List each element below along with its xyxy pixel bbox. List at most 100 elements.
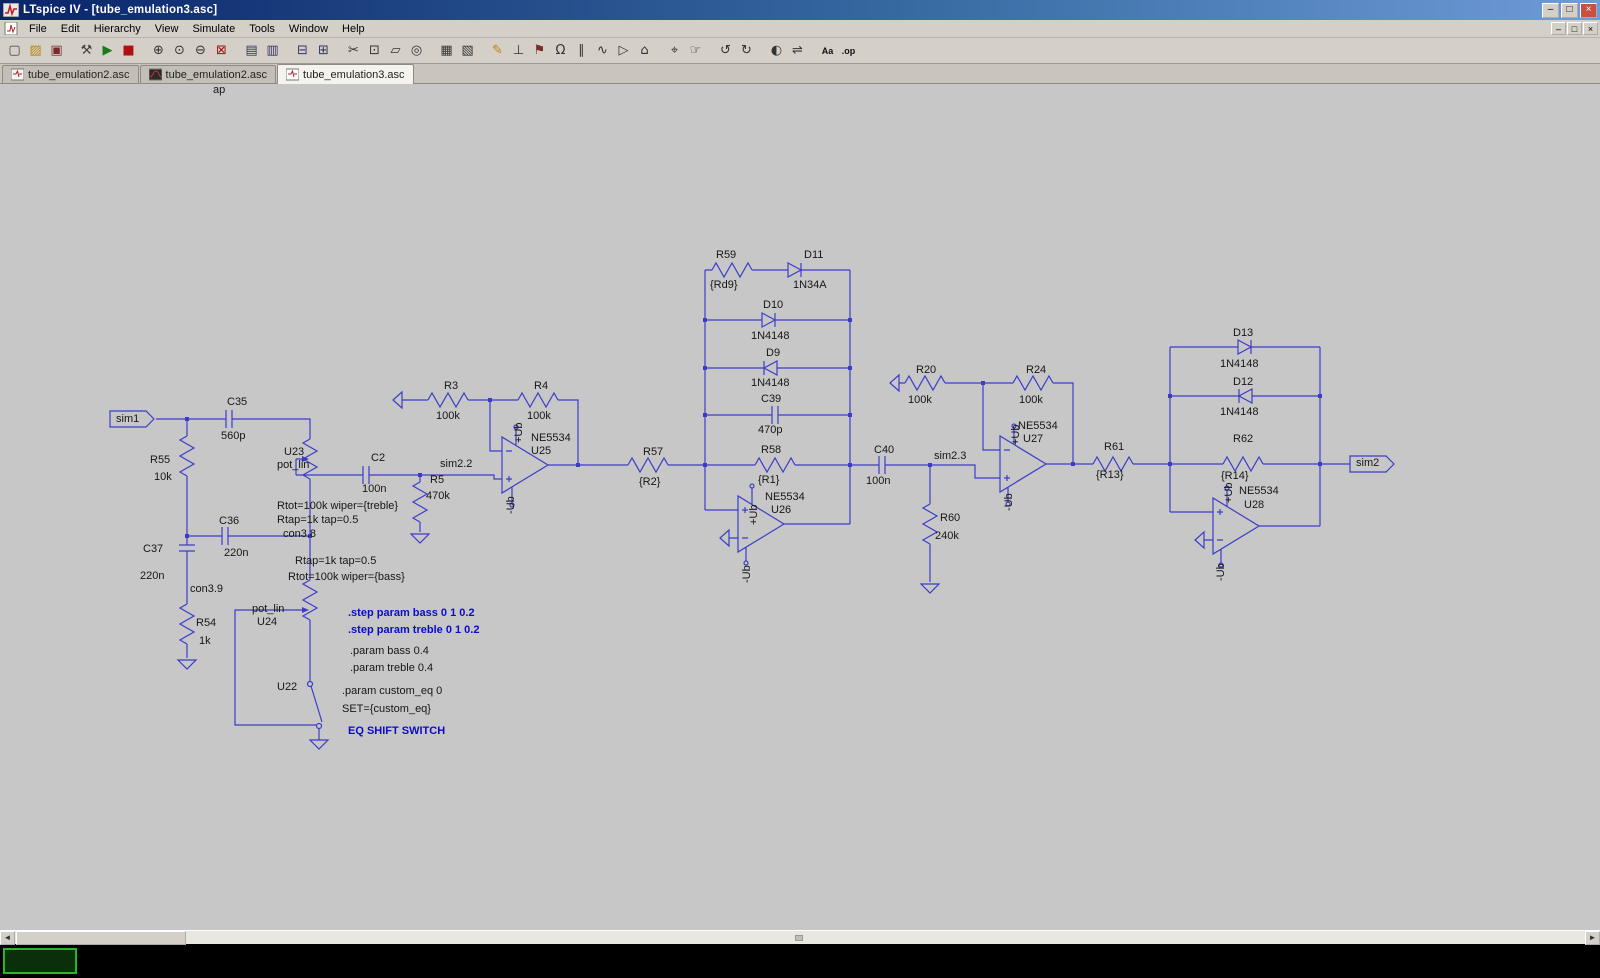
title-bar[interactable]: LTspice IV - [tube_emulation3.asc] – □ × xyxy=(0,0,1600,20)
window-grid-icon[interactable]: ⊞ xyxy=(313,40,334,61)
schematic-label[interactable]: .param bass 0.4 xyxy=(350,645,429,658)
schematic-label[interactable]: +Ub xyxy=(1010,425,1023,446)
schematic-label[interactable]: R60 xyxy=(940,512,960,525)
inductor-icon[interactable]: ∿ xyxy=(592,40,613,61)
move-icon[interactable]: ⌖ xyxy=(664,40,685,61)
menu-item[interactable]: View xyxy=(148,21,186,37)
schematic-label[interactable]: 1N34A xyxy=(793,279,827,292)
menu-item[interactable]: Tools xyxy=(242,21,282,37)
schematic-label[interactable]: D13 xyxy=(1233,327,1253,340)
schematic-label[interactable]: R4 xyxy=(534,380,548,393)
schematic-label[interactable]: D11 xyxy=(804,249,823,262)
save-icon[interactable]: ▣ xyxy=(46,40,67,61)
schematic-label[interactable]: R24 xyxy=(1026,364,1046,377)
schematic-label[interactable]: .param custom_eq 0 xyxy=(342,685,442,698)
scrollbar-left-arrow[interactable]: ◄ xyxy=(0,931,15,945)
schematic-label[interactable]: 1N4148 xyxy=(751,330,790,343)
new-schematic-icon[interactable]: ▢ xyxy=(4,40,25,61)
schematic-label[interactable]: C37 xyxy=(143,543,163,556)
mdi-minimize-button[interactable]: – xyxy=(1551,22,1566,35)
schematic-label[interactable]: 220n xyxy=(224,547,248,560)
schematic-label[interactable]: 240k xyxy=(935,530,959,543)
schematic-label[interactable]: R62 xyxy=(1233,433,1253,446)
text-icon[interactable]: Aa xyxy=(817,40,838,61)
halt-icon[interactable]: ■ xyxy=(118,40,139,61)
schematic-label[interactable]: con3.8 xyxy=(283,528,316,541)
undo-icon[interactable]: ↺ xyxy=(715,40,736,61)
schematic-label[interactable]: R5 xyxy=(430,474,444,487)
close-button[interactable]: × xyxy=(1580,2,1597,18)
schematic-label[interactable]: .param treble 0.4 xyxy=(350,662,433,675)
schematic-label[interactable]: NE5534 xyxy=(765,491,805,504)
component-icon[interactable]: ⌂ xyxy=(634,40,655,61)
schematic-label[interactable]: pot_lin xyxy=(277,459,309,472)
schematic-label[interactable]: -Ub xyxy=(741,565,754,583)
schematic-label[interactable]: D10 xyxy=(763,299,783,312)
print-preview-icon[interactable]: ▦ xyxy=(436,40,457,61)
schematic-label[interactable]: +Ub xyxy=(513,423,526,444)
schematic-label[interactable]: .step param treble 0 1 0.2 xyxy=(348,624,479,637)
schematic-label[interactable]: NE5534 xyxy=(531,432,571,445)
menu-item[interactable]: File xyxy=(22,21,54,37)
cut-icon[interactable]: ✂ xyxy=(343,40,364,61)
schematic-label[interactable]: U27 xyxy=(1023,433,1043,446)
schematic-label[interactable]: +Ub xyxy=(1223,483,1236,504)
schematic-label[interactable]: R3 xyxy=(444,380,458,393)
schematic-label[interactable]: R54 xyxy=(196,617,216,630)
capacitor-icon[interactable]: ∥ xyxy=(571,40,592,61)
schematic-label[interactable]: Rtot=100k wiper={bass} xyxy=(288,571,405,584)
schematic-label[interactable]: 100k xyxy=(1019,394,1043,407)
schematic-label[interactable]: R57 xyxy=(643,446,663,459)
redo-icon[interactable]: ↻ xyxy=(736,40,757,61)
schematic-label[interactable]: 560p xyxy=(221,430,245,443)
print-icon[interactable]: ▧ xyxy=(457,40,478,61)
restore-button[interactable]: □ xyxy=(1561,2,1578,18)
tab-tube-emulation3[interactable]: tube_emulation3.asc xyxy=(277,64,414,84)
tab-tube-emulation2[interactable]: tube_emulation2.asc xyxy=(2,65,139,83)
schematic-label[interactable]: U23 xyxy=(284,446,304,459)
schematic-label[interactable]: 100k xyxy=(436,410,460,423)
menu-item[interactable]: Window xyxy=(282,21,335,37)
taskbar-item[interactable] xyxy=(3,948,77,974)
minimize-button[interactable]: – xyxy=(1542,2,1559,18)
schematic-label[interactable]: {R2} xyxy=(639,476,660,489)
net-label-icon[interactable]: ⚑ xyxy=(529,40,550,61)
menu-item[interactable]: Edit xyxy=(54,21,87,37)
paste-icon[interactable]: ▱ xyxy=(385,40,406,61)
schematic-label[interactable]: .step param bass 0 1 0.2 xyxy=(348,607,475,620)
schematic-label[interactable]: sim1 xyxy=(116,413,139,426)
schematic-label[interactable]: R55 xyxy=(150,454,170,467)
resistor-icon[interactable]: Ω xyxy=(550,40,571,61)
zoom-in-icon[interactable]: ⊕ xyxy=(148,40,169,61)
menu-item[interactable]: Simulate xyxy=(185,21,242,37)
schematic-label[interactable]: D12 xyxy=(1233,376,1253,389)
draw-wire-icon[interactable]: ✎ xyxy=(487,40,508,61)
diode-icon[interactable]: ▷ xyxy=(613,40,634,61)
rotate-icon[interactable]: ◐ xyxy=(766,40,787,61)
window-panels-icon[interactable]: ⊟ xyxy=(292,40,313,61)
schematic-label[interactable]: ap xyxy=(213,84,225,97)
schematic-label[interactable]: sim2.2 xyxy=(440,458,472,471)
schematic-label[interactable]: C2 xyxy=(371,452,385,465)
control-panel-icon[interactable]: ⚒ xyxy=(76,40,97,61)
schematic-canvas[interactable] xyxy=(0,84,1600,930)
schematic-label[interactable]: C40 xyxy=(874,444,894,457)
schematic-label[interactable]: R59 xyxy=(716,249,736,262)
schematic-label[interactable]: SET={custom_eq} xyxy=(342,703,431,716)
schematic-label[interactable]: Rtap=1k tap=0.5 xyxy=(277,514,358,527)
tile-horizontal-icon[interactable]: ▤ xyxy=(241,40,262,61)
zoom-full-icon[interactable]: ⊠ xyxy=(211,40,232,61)
schematic-label[interactable]: Rtot=100k wiper={treble} xyxy=(277,500,398,513)
schematic-label[interactable]: {R14} xyxy=(1221,470,1249,483)
schematic-label[interactable]: U28 xyxy=(1244,499,1264,512)
schematic-label[interactable]: C36 xyxy=(219,515,239,528)
schematic-label[interactable]: C39 xyxy=(761,393,781,406)
run-icon[interactable]: ▶ xyxy=(97,40,118,61)
scrollbar-right-arrow[interactable]: ► xyxy=(1585,931,1600,945)
schematic-label[interactable]: U24 xyxy=(257,616,277,629)
zoom-out-icon[interactable]: ⊖ xyxy=(190,40,211,61)
ground-icon[interactable]: ⊥ xyxy=(508,40,529,61)
schematic-label[interactable]: R61 xyxy=(1104,441,1124,454)
schematic-label[interactable]: U26 xyxy=(771,504,791,517)
schematic-label[interactable]: 470p xyxy=(758,424,782,437)
